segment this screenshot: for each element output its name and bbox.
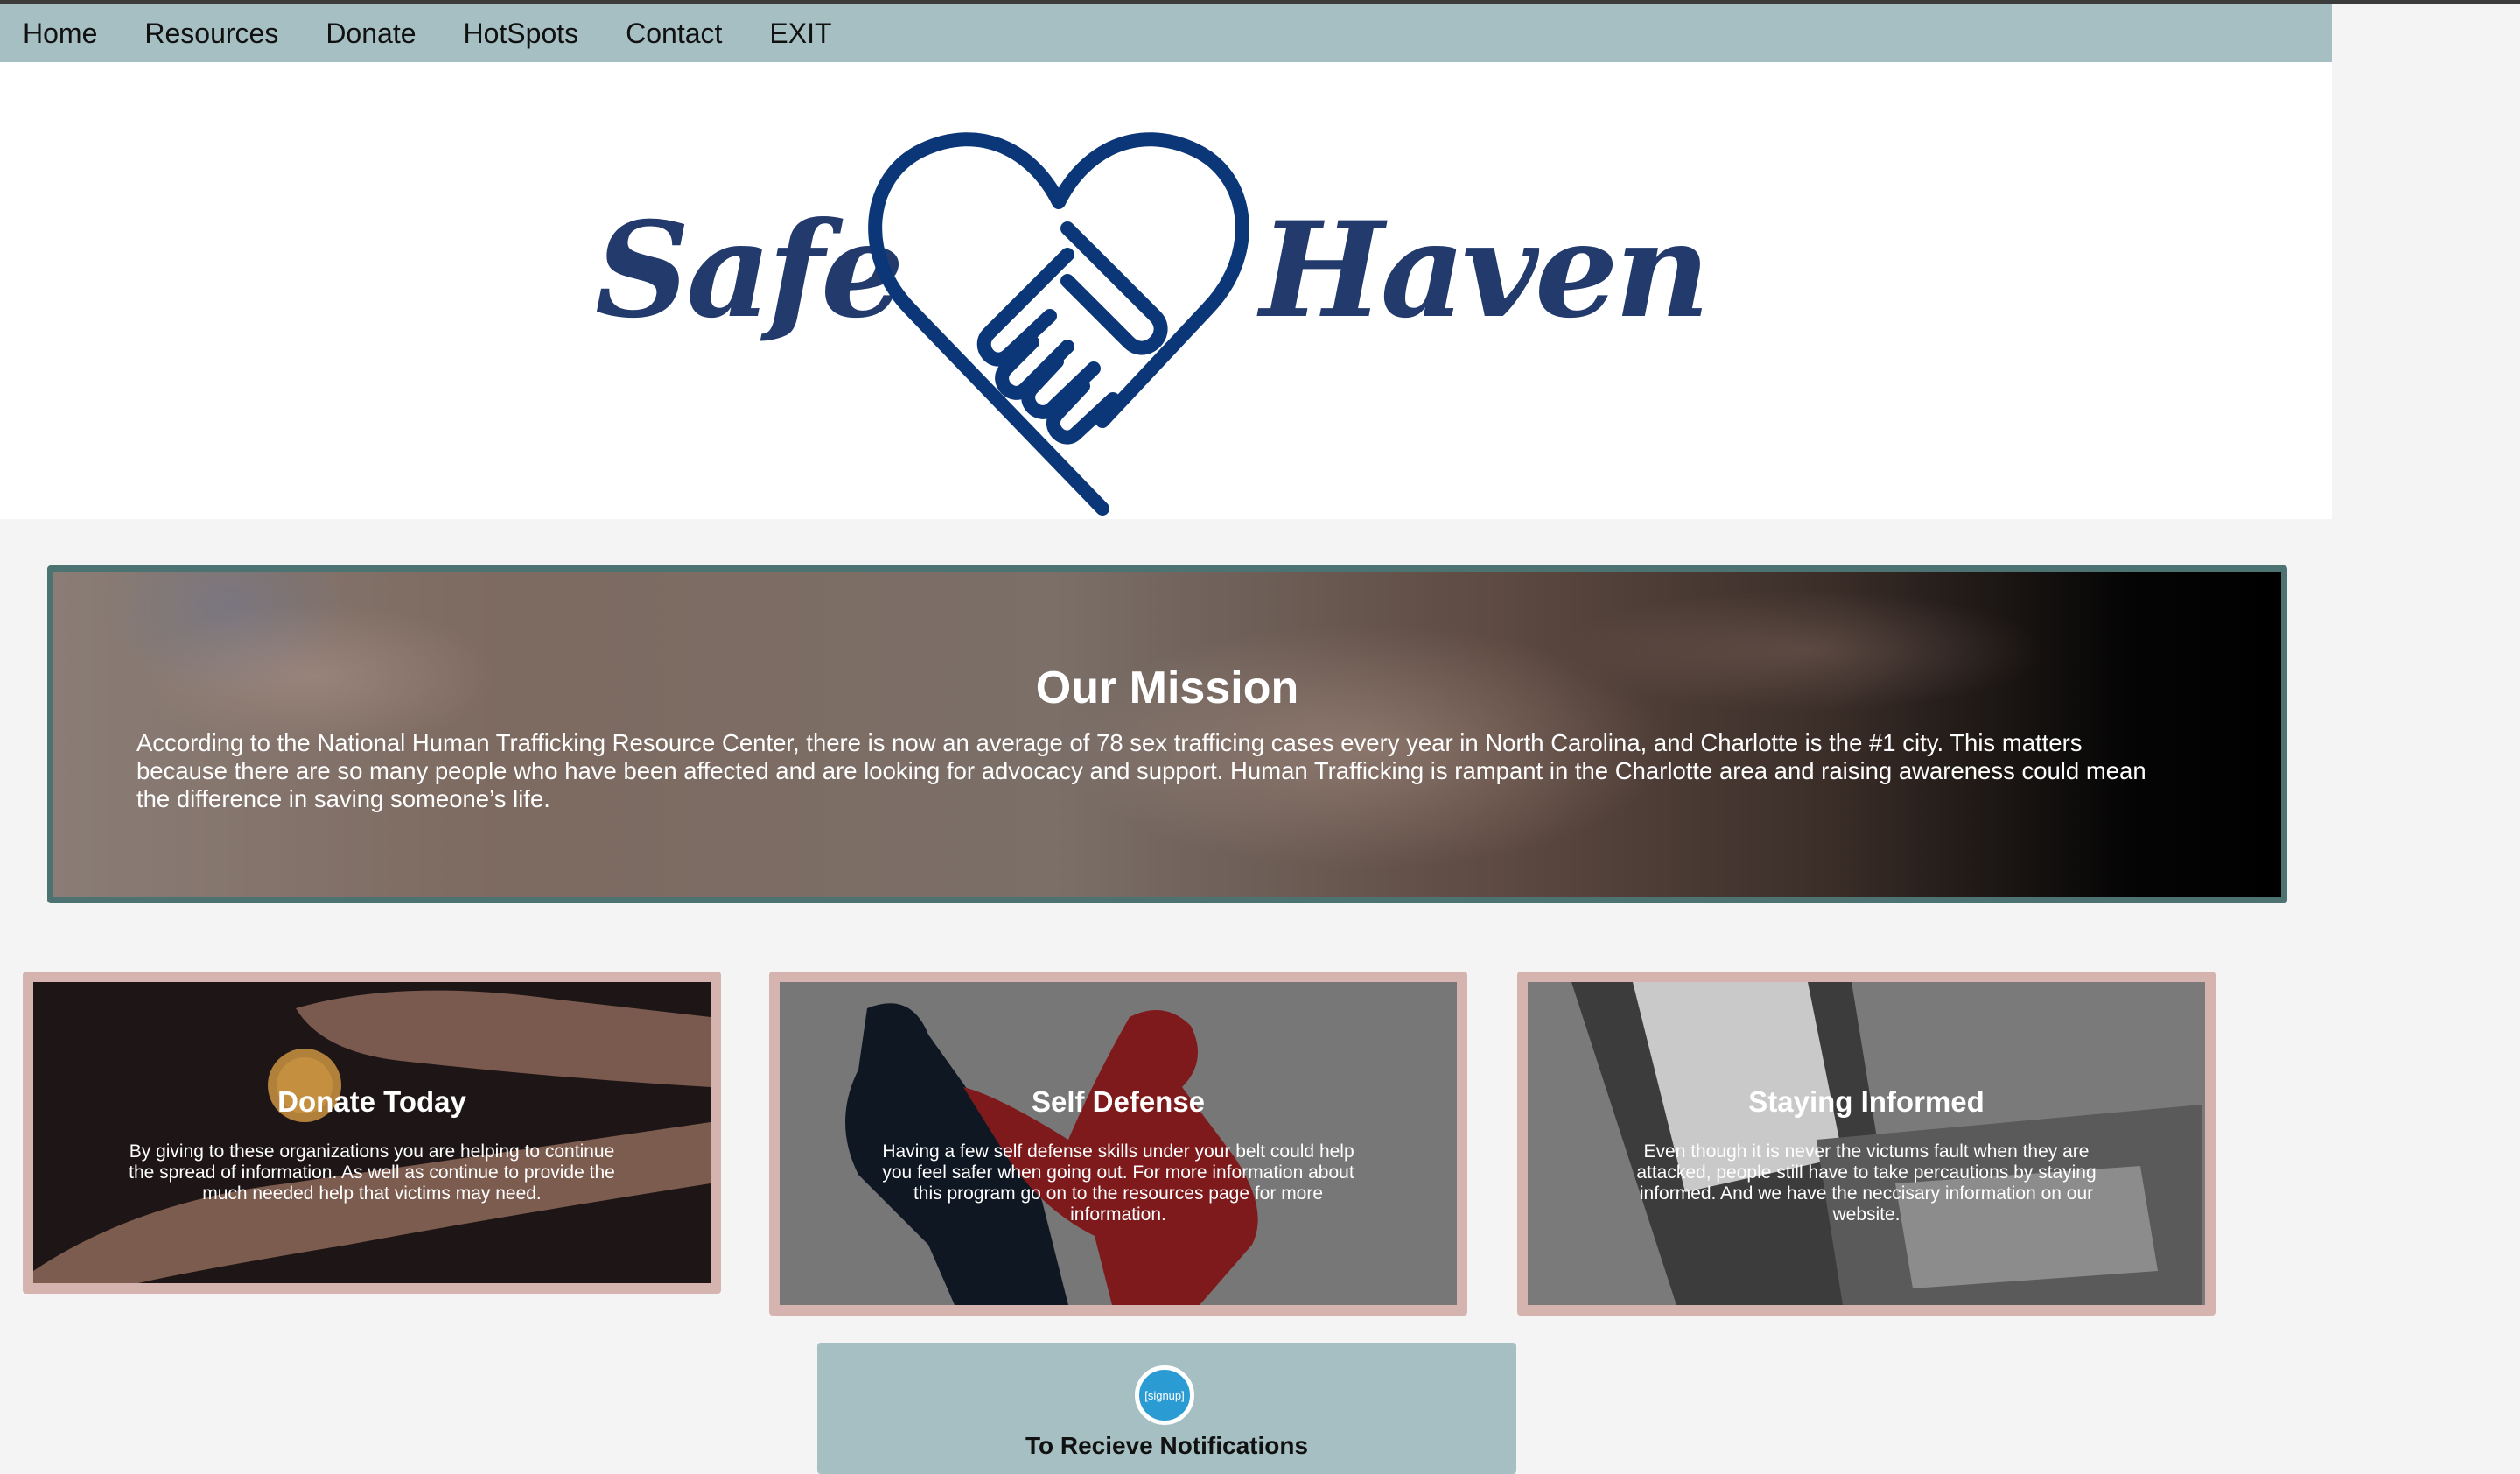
staying-informed-card[interactable]: Staying Informed Even though it is never… <box>1517 972 2216 1316</box>
mission-text: According to the National Human Traffick… <box>136 729 2146 812</box>
self-defense-card-title: Self Defense <box>1031 1085 1206 1118</box>
header-logo-area: Safe Haven <box>0 62 2332 519</box>
nav-bar: Home Resources Donate HotSpots Contact E… <box>0 4 2332 62</box>
nav-donate[interactable]: Donate <box>326 18 416 50</box>
signup-badge-icon[interactable]: [signup] <box>1135 1365 1194 1425</box>
signup-panel: [signup] To Recieve Notifications <box>817 1343 1516 1474</box>
nav-resources[interactable]: Resources <box>144 18 278 50</box>
logo-word-left: Safe <box>595 193 900 347</box>
safe-haven-logo: Safe Haven <box>595 132 1711 516</box>
donate-card[interactable]: Donate Today By giving to these organiza… <box>23 972 721 1294</box>
heart-handshake-icon <box>868 132 1250 516</box>
mission-banner: Our Mission According to the National Hu… <box>47 565 2287 903</box>
staying-informed-card-text: Even though it is never the victums faul… <box>1636 1141 2096 1225</box>
mission-title: Our Mission <box>1035 663 1299 713</box>
logo-word-right: Haven <box>1256 193 1707 347</box>
nav-home[interactable]: Home <box>23 18 97 50</box>
nav-exit[interactable]: EXIT <box>769 18 831 50</box>
donate-hands-image <box>33 990 710 1283</box>
staying-informed-card-title: Staying Informed <box>1748 1085 1984 1118</box>
nav-hotspots[interactable]: HotSpots <box>464 18 579 50</box>
self-defense-card-text: Having a few self defense skills under y… <box>882 1141 1354 1225</box>
nav-contact[interactable]: Contact <box>626 18 722 50</box>
signup-heading: To Recieve Notifications <box>1025 1432 1309 1459</box>
donate-card-title: Donate Today <box>277 1085 466 1118</box>
donate-card-text: By giving to these organizations you are… <box>129 1141 615 1204</box>
self-defense-card[interactable]: Self Defense Having a few self defense s… <box>769 972 1467 1316</box>
